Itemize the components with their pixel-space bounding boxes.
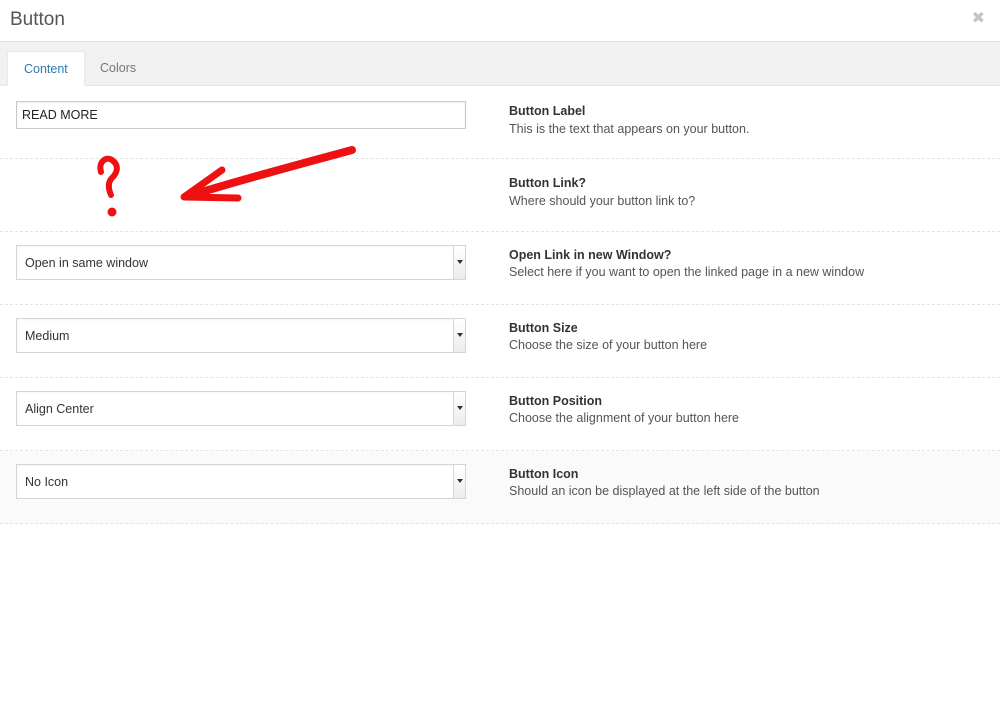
field-title-button-link: Button Link? [509, 176, 587, 190]
field-desc-open-window: Select here if you want to open the link… [509, 265, 865, 279]
field-desc-button-link: Where should your button link to? [509, 194, 696, 208]
field-row-open-window: Open in same window Open Link in new Win… [0, 232, 1000, 305]
field-title-button-size: Button Size [509, 321, 578, 335]
chevron-down-icon[interactable] [453, 319, 465, 352]
button-label-input[interactable] [16, 101, 466, 129]
button-icon-select[interactable]: No Icon [16, 464, 466, 499]
dialog-header: Button ✖ [0, 0, 1000, 42]
field-row-button-size: Medium Button Size Choose the size of yo… [0, 305, 1000, 378]
open-window-value: Open in same window [25, 256, 148, 270]
button-size-value: Medium [25, 329, 70, 343]
field-title-open-window: Open Link in new Window? [509, 248, 672, 262]
tab-bar: Content Colors [0, 42, 1000, 86]
open-window-select[interactable]: Open in same window [16, 245, 466, 280]
field-title-button-icon: Button Icon [509, 467, 579, 481]
chevron-down-icon[interactable] [453, 392, 465, 425]
field-desc-button-label: This is the text that appears on your bu… [509, 122, 750, 136]
dialog-title: Button [10, 9, 65, 30]
tab-content[interactable]: Content [7, 51, 85, 86]
field-desc-button-icon: Should an icon be displayed at the left … [509, 484, 820, 498]
button-position-select[interactable]: Align Center [16, 391, 466, 426]
button-position-value: Align Center [25, 402, 94, 416]
field-row-button-icon: No Icon Button Icon Should an icon be di… [0, 451, 1000, 524]
annotation-arrow-icon [97, 146, 356, 217]
button-icon-value: No Icon [25, 475, 69, 489]
field-desc-button-position: Choose the alignment of your button here [509, 411, 740, 425]
close-icon[interactable]: ✖ [972, 10, 985, 28]
tab-colors[interactable]: Colors [84, 51, 152, 86]
field-row-button-position: Align Center Button Position Choose the … [0, 378, 1000, 451]
field-desc-button-size: Choose the size of your button here [509, 338, 708, 352]
chevron-down-icon[interactable] [453, 246, 465, 279]
field-title-button-position: Button Position [509, 394, 603, 408]
field-title-button-label: Button Label [509, 104, 586, 118]
button-size-select[interactable]: Medium [16, 318, 466, 353]
chevron-down-icon[interactable] [453, 465, 465, 498]
